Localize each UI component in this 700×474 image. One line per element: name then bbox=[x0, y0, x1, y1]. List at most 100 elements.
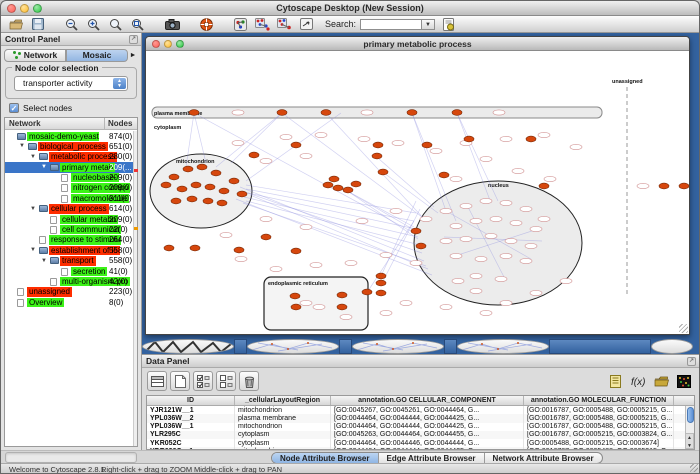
network-edge[interactable] bbox=[216, 113, 282, 167]
nucleus-node-label-oval[interactable] bbox=[530, 226, 542, 231]
tree-column-nodes[interactable]: Nodes bbox=[105, 118, 137, 129]
tree-row[interactable]: ▼establishment of lo558(0) bbox=[5, 245, 133, 255]
nucleus-node-label-oval[interactable] bbox=[480, 198, 492, 203]
cytoplasm-node-label-oval[interactable] bbox=[544, 176, 556, 181]
app-resize-grip[interactable] bbox=[690, 464, 698, 472]
tree-row[interactable]: nucleobase-209(0) bbox=[5, 173, 133, 183]
cytoplasm-node[interactable] bbox=[291, 248, 301, 254]
column-header[interactable]: annotation.GO MOLECULAR_FUNCTION bbox=[524, 396, 674, 405]
cytoplasm-node-label-oval[interactable] bbox=[300, 224, 312, 229]
tree-row-label[interactable]: cellular process bbox=[49, 204, 109, 213]
table-row[interactable]: YKR052Ccytoplasm[GO:0044464, GO:0044446,… bbox=[147, 439, 685, 447]
cytoplasm-node[interactable] bbox=[234, 247, 244, 253]
cytoplasm-node-label-oval[interactable] bbox=[380, 252, 392, 257]
tree-row-label[interactable]: metabolic process bbox=[49, 152, 117, 161]
cytoplasm-node-label-oval[interactable] bbox=[410, 260, 422, 265]
attribute-matrix-icon[interactable] bbox=[674, 371, 694, 391]
nucleus-region[interactable] bbox=[414, 181, 582, 305]
color-attribute-select[interactable]: transporter activity ▲▼ bbox=[14, 76, 128, 91]
unselect-attributes-icon[interactable] bbox=[216, 371, 236, 391]
tree-expand-arrow-icon[interactable]: ▼ bbox=[19, 143, 25, 149]
tree-row[interactable]: ▼metabolic process280(0) bbox=[5, 152, 133, 162]
table-cell-component[interactable]: [GO:0045267, GO:0045261, GO:0044464, G..… bbox=[331, 406, 524, 414]
tree-expand-arrow-icon[interactable]: ▼ bbox=[30, 154, 36, 160]
mitochondrion-node[interactable] bbox=[217, 200, 227, 206]
table-cell-component[interactable]: [GO:0044464, GO:0044444, GO:0044425, G..… bbox=[331, 447, 524, 449]
mitochondrion-node[interactable] bbox=[177, 186, 187, 192]
cytoplasm-node[interactable] bbox=[373, 142, 383, 148]
select-nodes-checkbox[interactable]: ✓ bbox=[9, 103, 19, 113]
snapshot-camera-icon[interactable] bbox=[163, 17, 181, 31]
nucleus-node[interactable] bbox=[411, 228, 421, 234]
cytoplasm-node[interactable] bbox=[333, 185, 343, 191]
nucleus-node-label-oval[interactable] bbox=[440, 238, 452, 243]
cytoplasm-node-label-oval[interactable] bbox=[480, 310, 492, 315]
cytoplasm-node[interactable] bbox=[291, 142, 301, 148]
cytoplasm-node[interactable] bbox=[362, 289, 372, 295]
cytoplasm-node-label-oval[interactable] bbox=[260, 158, 272, 163]
cytoplasm-node-label-oval[interactable] bbox=[570, 144, 582, 149]
table-row[interactable]: YPL036W__2plasma membrane[GO:0044464, GO… bbox=[147, 414, 685, 422]
tree-row[interactable]: Overview8(0) bbox=[5, 297, 133, 307]
membrane-node-label-oval[interactable] bbox=[361, 110, 373, 115]
column-header[interactable]: ID bbox=[147, 396, 235, 405]
tree-row[interactable]: multi-organism pro42(0) bbox=[5, 276, 133, 286]
cytoplasm-node-label-oval[interactable] bbox=[430, 148, 442, 153]
search-input[interactable] bbox=[360, 19, 422, 30]
network-view-titlebar[interactable]: primary metabolic process bbox=[146, 37, 689, 51]
tree-expand-arrow-icon[interactable]: ▼ bbox=[41, 164, 47, 170]
cytoplasm-node[interactable] bbox=[378, 169, 388, 175]
nucleus-node-label-oval[interactable] bbox=[505, 238, 517, 243]
network-edge[interactable] bbox=[246, 185, 416, 213]
table-cell-region[interactable]: mitochondrion bbox=[235, 406, 331, 414]
nucleus-node-label-oval[interactable] bbox=[495, 276, 507, 281]
minimized-window-preview[interactable] bbox=[651, 339, 693, 354]
column-header[interactable]: _cellularLayoutRegion bbox=[235, 396, 331, 405]
cytoplasm-node-label-oval[interactable] bbox=[315, 132, 327, 137]
cytoplasm-node[interactable] bbox=[372, 153, 382, 159]
mitochondrion-node[interactable] bbox=[197, 164, 207, 170]
tree-row[interactable]: macromolecule311(0) bbox=[5, 193, 133, 203]
table-row[interactable]: YPL036W__1mitochondrion[GO:0044464, GO:0… bbox=[147, 423, 685, 431]
network-edge[interactable] bbox=[246, 189, 414, 221]
cytoplasm-node[interactable] bbox=[439, 172, 449, 178]
tree-row[interactable]: response to stimulu264(0) bbox=[5, 235, 133, 245]
table-cell-function[interactable]: [GO:0016787, GO:0005488, GO:0005215, G..… bbox=[524, 423, 674, 431]
cytoplasm-node-label-oval[interactable] bbox=[270, 266, 282, 271]
table-row[interactable]: YDR039C__1mitochondrion[GO:0044464, GO:0… bbox=[147, 447, 685, 449]
tree-row-label[interactable]: biological_process bbox=[38, 142, 108, 151]
membrane-node[interactable] bbox=[452, 110, 462, 116]
cytoplasm-node[interactable] bbox=[329, 176, 339, 182]
tree-row-label[interactable]: mosaic-demo-yeast bbox=[27, 132, 99, 141]
cytoplasm-node[interactable] bbox=[190, 245, 200, 251]
cytoplasm-node[interactable] bbox=[337, 292, 347, 298]
unassigned-node[interactable] bbox=[659, 183, 669, 189]
nucleus-node-label-oval[interactable] bbox=[470, 218, 482, 223]
membrane-node[interactable] bbox=[321, 110, 331, 116]
cytoplasm-node[interactable] bbox=[422, 142, 432, 148]
membrane-node-label-oval[interactable] bbox=[493, 110, 505, 115]
tab-edge-attribute-browser[interactable]: Edge Attribute Browser bbox=[379, 453, 485, 463]
nucleus-node[interactable] bbox=[416, 243, 426, 249]
cytoplasm-node-label-oval[interactable] bbox=[450, 176, 462, 181]
er-node[interactable] bbox=[291, 304, 301, 310]
cytoplasm-node-label-oval[interactable] bbox=[530, 290, 542, 295]
minimized-window-preview[interactable] bbox=[352, 339, 444, 354]
cytoplasm-node[interactable] bbox=[376, 290, 386, 296]
cytoplasm-node[interactable] bbox=[376, 273, 386, 279]
tree-row[interactable]: nitrogen compo209(0) bbox=[5, 183, 133, 193]
nucleus-node-label-oval[interactable] bbox=[452, 278, 464, 283]
nucleus-node-label-oval[interactable] bbox=[475, 256, 487, 261]
nucleus-node-label-oval[interactable] bbox=[450, 223, 462, 228]
nucleus-node-label-oval[interactable] bbox=[460, 203, 472, 208]
tree-row[interactable]: ▼transport558(0) bbox=[5, 256, 133, 266]
cytoplasm-node-label-oval[interactable] bbox=[300, 153, 312, 158]
tree-row-label[interactable]: unassigned bbox=[27, 287, 72, 296]
network-canvas[interactable]: plasma membranecytoplasmmitochondrionnuc… bbox=[146, 51, 689, 334]
mitochondrion-node[interactable] bbox=[183, 166, 193, 172]
er-node[interactable] bbox=[337, 304, 347, 310]
tree-row-label[interactable]: transport bbox=[60, 256, 96, 265]
cytoplasm-node-label-oval[interactable] bbox=[300, 300, 312, 305]
tab-mosaic[interactable]: Mosaic bbox=[66, 49, 128, 62]
cytoplasm-node-label-oval[interactable] bbox=[380, 310, 392, 315]
